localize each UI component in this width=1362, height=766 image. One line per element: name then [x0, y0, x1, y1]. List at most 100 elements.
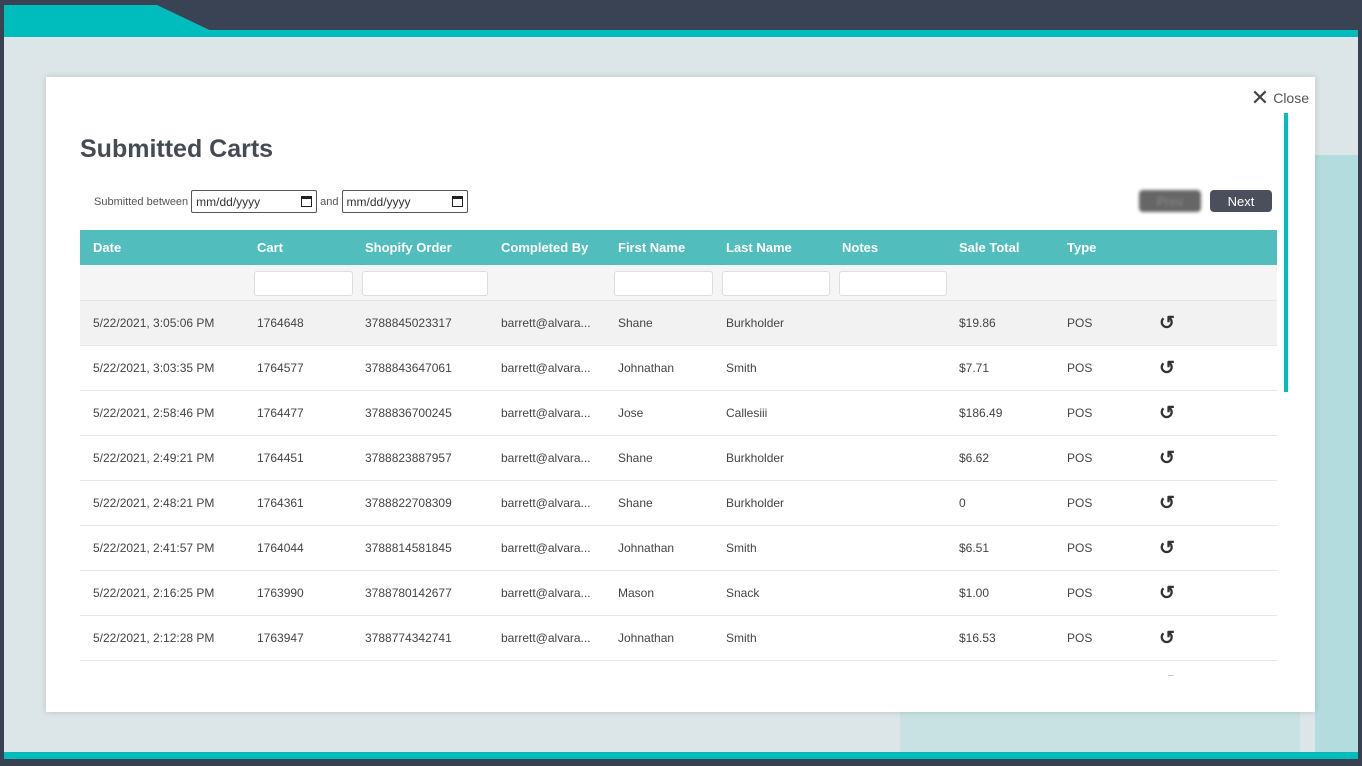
cell-type: POS: [1067, 406, 1093, 420]
cell-cart: 1764648: [257, 316, 304, 330]
column-header-completed-by[interactable]: Completed By: [501, 240, 618, 255]
cell-first-name: Johnathan: [618, 361, 675, 375]
cell-shopify-order: 3788774342741: [365, 631, 452, 645]
undo-icon[interactable]: ↺: [1147, 312, 1187, 335]
cell-shopify-order: 3788823887957: [365, 451, 452, 465]
table-row[interactable]: 5/22/2021, 2:58:46 PM 1764477 378883670024…: [80, 391, 1277, 436]
submitted-carts-modal: ✕ Close Submitted Carts Submitted betwee…: [46, 77, 1315, 712]
table-header: Date Cart Shopify Order Completed By First N…: [80, 230, 1277, 265]
table-row[interactable]: 5/22/2021, 3:05:06 PM 1764648 378884502331…: [80, 301, 1277, 346]
column-header-notes[interactable]: Notes: [842, 240, 959, 255]
table-row[interactable]: 5/22/2021, 2:49:21 PM 1764451 378882388795…: [80, 436, 1277, 481]
close-button[interactable]: ✕ Close: [1251, 87, 1309, 109]
undo-icon[interactable]: ↺: [1147, 627, 1187, 650]
table-row[interactable]: 5/22/2021, 2:48:21 PM 1764361 378882270830…: [80, 481, 1277, 526]
cell-sale-total: $7.71: [959, 361, 990, 375]
cell-first-name: Shane: [618, 316, 653, 330]
cell-sale-total: $16.53: [959, 631, 996, 645]
cell-sale-total: $1.00: [959, 586, 990, 600]
cell-first-name: Jose: [618, 406, 644, 420]
cell-last-name: Smith: [726, 541, 757, 555]
cell-date: 5/22/2021, 2:58:46 PM: [93, 406, 215, 420]
carts-table: Date Cart Shopify Order Completed By First N…: [80, 230, 1277, 676]
cell-first-name: Johnathan: [618, 541, 675, 555]
cell-completed-by: barrett@alvara...: [501, 496, 591, 510]
table-row[interactable]: 5/22/2021, 2:12:28 PM 1763947 378877434274…: [80, 616, 1277, 661]
cell-date: 5/22/2021, 2:16:25 PM: [93, 586, 215, 600]
cell-completed-by: barrett@alvara...: [501, 361, 591, 375]
start-date-input[interactable]: mm/dd/yyyy: [191, 190, 318, 213]
cell-last-name: Callesiii: [726, 406, 768, 420]
column-header-first-name[interactable]: First Name: [618, 240, 726, 255]
cell-date: 5/22/2021, 2:12:28 PM: [93, 631, 215, 645]
cell-cart: 1764361: [257, 496, 304, 510]
date-filter: Submitted between mm/dd/yyyy and mm/dd/y…: [94, 190, 468, 213]
cell-completed-by: barrett@alvara...: [501, 586, 591, 600]
undo-icon[interactable]: ↺: [1147, 537, 1187, 560]
cell-date: 5/22/2021, 2:48:21 PM: [93, 496, 215, 510]
last-name-filter-input[interactable]: [722, 271, 830, 296]
cell-shopify-order: 3788780142677: [365, 586, 452, 600]
undo-icon[interactable]: ↺: [1147, 492, 1187, 515]
cell-completed-by: barrett@alvara...: [501, 316, 591, 330]
end-date-input[interactable]: mm/dd/yyyy: [341, 190, 468, 213]
cell-date: 5/22/2021, 3:03:35 PM: [93, 361, 215, 375]
cell-completed-by: barrett@alvara...: [501, 406, 591, 420]
prev-button[interactable]: Prev: [1139, 190, 1201, 212]
undo-icon[interactable]: ↺: [1147, 582, 1187, 605]
cell-last-name: Smith: [726, 631, 757, 645]
cell-first-name: Mason: [618, 586, 655, 600]
column-header-date[interactable]: Date: [80, 240, 257, 255]
calendar-icon[interactable]: [451, 196, 463, 207]
cell-last-name: Burkholder: [726, 496, 785, 510]
column-header-type[interactable]: Type: [1067, 240, 1147, 255]
app-header: [0, 0, 1362, 30]
scrollbar[interactable]: [1284, 113, 1288, 392]
shopify-order-filter-input[interactable]: [362, 271, 488, 296]
cell-sale-total: $6.51: [959, 541, 990, 555]
column-header-sale-total[interactable]: Sale Total: [959, 240, 1067, 255]
undo-icon[interactable]: ↺: [1147, 447, 1187, 470]
cell-type: POS: [1067, 586, 1093, 600]
cell-sale-total: 0: [959, 496, 966, 510]
start-date-placeholder: mm/dd/yyyy: [196, 194, 261, 209]
cell-cart: 1764451: [257, 451, 304, 465]
cell-shopify-order: 3788814581845: [365, 541, 452, 555]
cell-sale-total: $6.62: [959, 451, 990, 465]
column-header-cart[interactable]: Cart: [257, 240, 365, 255]
page-title: Submitted Carts: [80, 135, 274, 163]
undo-icon[interactable]: ↺: [1147, 672, 1187, 677]
accent-stripe: [4, 30, 1358, 37]
accent-stripe-bottom: [4, 752, 1358, 759]
column-header-last-name[interactable]: Last Name: [726, 240, 842, 255]
calendar-icon[interactable]: [301, 196, 313, 207]
cell-date: 5/22/2021, 2:49:21 PM: [93, 451, 215, 465]
cell-cart: 1763947: [257, 631, 304, 645]
table-row[interactable]: 5/22/2021, 2:16:25 PM 1763990 378878014267…: [80, 571, 1277, 616]
table-row[interactable]: ↺: [80, 661, 1277, 676]
cell-cart: 1764577: [257, 361, 304, 375]
cell-type: POS: [1067, 496, 1093, 510]
notes-filter-input[interactable]: [839, 271, 947, 296]
cell-type: POS: [1067, 361, 1093, 375]
next-button[interactable]: Next: [1210, 190, 1272, 212]
cell-shopify-order: 3788836700245: [365, 406, 452, 420]
cell-last-name: Burkholder: [726, 451, 785, 465]
cell-sale-total: $186.49: [959, 406, 1003, 420]
cell-date: 5/22/2021, 2:41:57 PM: [93, 541, 215, 555]
undo-icon[interactable]: ↺: [1147, 402, 1187, 425]
cell-type: POS: [1067, 316, 1093, 330]
cell-shopify-order: 3788822708309: [365, 496, 452, 510]
cell-completed-by: barrett@alvara...: [501, 451, 591, 465]
column-header-shopify-order[interactable]: Shopify Order: [365, 240, 501, 255]
cell-last-name: Burkholder: [726, 316, 785, 330]
cart-filter-input[interactable]: [254, 271, 353, 296]
undo-icon[interactable]: ↺: [1147, 357, 1187, 380]
background-decoration: [1315, 155, 1358, 752]
table-row[interactable]: 5/22/2021, 3:03:35 PM 1764577 378884364706…: [80, 346, 1277, 391]
table-row[interactable]: 5/22/2021, 2:41:57 PM 1764044 378881458184…: [80, 526, 1277, 571]
first-name-filter-input[interactable]: [614, 271, 713, 296]
cell-completed-by: barrett@alvara...: [501, 631, 591, 645]
cell-first-name: Johnathan: [618, 631, 675, 645]
close-icon: ✕: [1250, 85, 1270, 110]
